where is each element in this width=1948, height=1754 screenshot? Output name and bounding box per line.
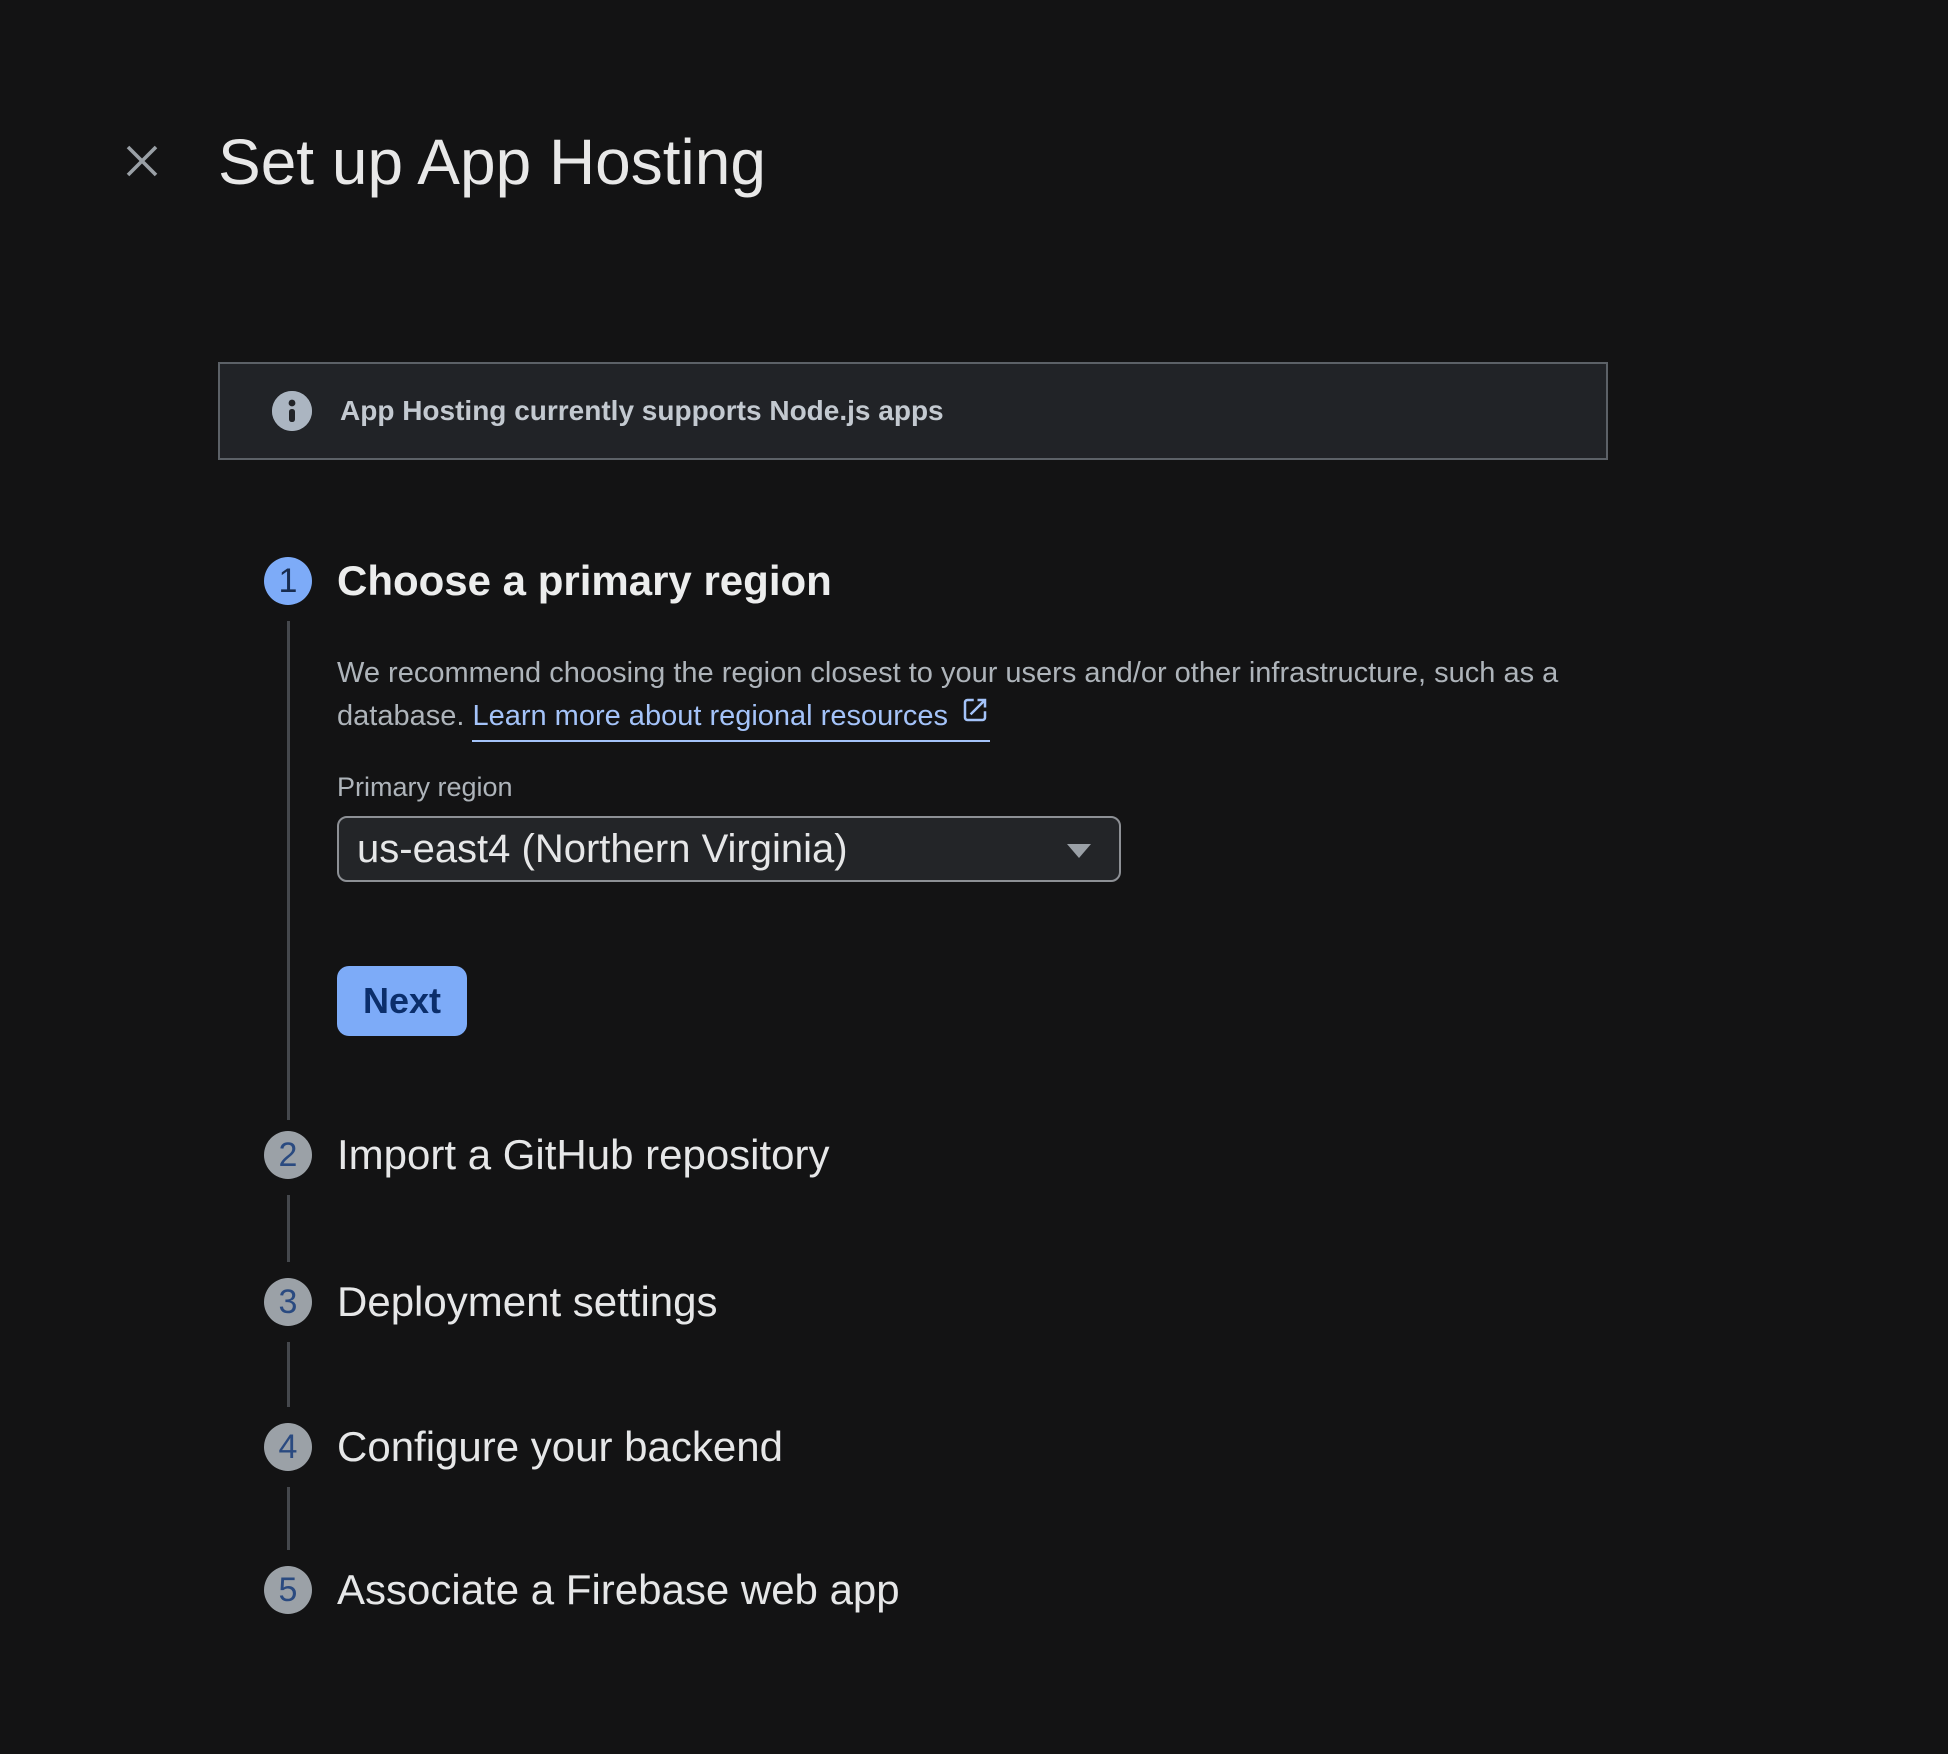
step-indicator-2: 2 bbox=[264, 1131, 312, 1179]
info-icon bbox=[272, 391, 312, 431]
step-indicator-4: 4 bbox=[264, 1423, 312, 1471]
step-header-5: 5 Associate a Firebase web app bbox=[264, 1566, 900, 1614]
close-button[interactable] bbox=[118, 138, 166, 186]
step-header-4: 4 Configure your backend bbox=[264, 1423, 783, 1471]
step-indicator-1: 1 bbox=[264, 557, 312, 605]
description-line-2: database. Learn more about regional reso… bbox=[337, 695, 1558, 742]
connector-line-3 bbox=[287, 1342, 290, 1407]
step-title-4: Configure your backend bbox=[337, 1423, 783, 1471]
description-line-2-prefix: database. bbox=[337, 700, 472, 732]
info-banner: App Hosting currently supports Node.js a… bbox=[218, 362, 1608, 460]
primary-region-select[interactable]: us-east4 (Northern Virginia) bbox=[337, 816, 1121, 882]
step-title-1: Choose a primary region bbox=[337, 557, 832, 605]
step-header-1: 1 Choose a primary region bbox=[264, 557, 832, 605]
external-link-icon bbox=[960, 695, 990, 738]
learn-more-link[interactable]: Learn more about regional resources bbox=[472, 695, 990, 742]
description-line-1: We recommend choosing the region closest… bbox=[337, 652, 1558, 695]
next-button[interactable]: Next bbox=[337, 966, 467, 1036]
banner-message: App Hosting currently supports Node.js a… bbox=[340, 395, 944, 427]
step1-description: We recommend choosing the region closest… bbox=[337, 652, 1558, 742]
close-icon bbox=[120, 139, 164, 186]
step-header-2: 2 Import a GitHub repository bbox=[264, 1131, 830, 1179]
step-indicator-5: 5 bbox=[264, 1566, 312, 1614]
page-title: Set up App Hosting bbox=[218, 126, 766, 198]
primary-region-label: Primary region bbox=[337, 770, 513, 804]
step-title-3: Deployment settings bbox=[337, 1278, 718, 1326]
step-indicator-3: 3 bbox=[264, 1278, 312, 1326]
chevron-down-icon bbox=[1067, 844, 1091, 858]
connector-line-2 bbox=[287, 1195, 290, 1262]
selected-region-value: us-east4 (Northern Virginia) bbox=[357, 827, 848, 872]
connector-line-4 bbox=[287, 1487, 290, 1550]
connector-line-1 bbox=[287, 621, 290, 1120]
step-header-3: 3 Deployment settings bbox=[264, 1278, 718, 1326]
step-title-5: Associate a Firebase web app bbox=[337, 1566, 900, 1614]
step-title-2: Import a GitHub repository bbox=[337, 1131, 830, 1179]
